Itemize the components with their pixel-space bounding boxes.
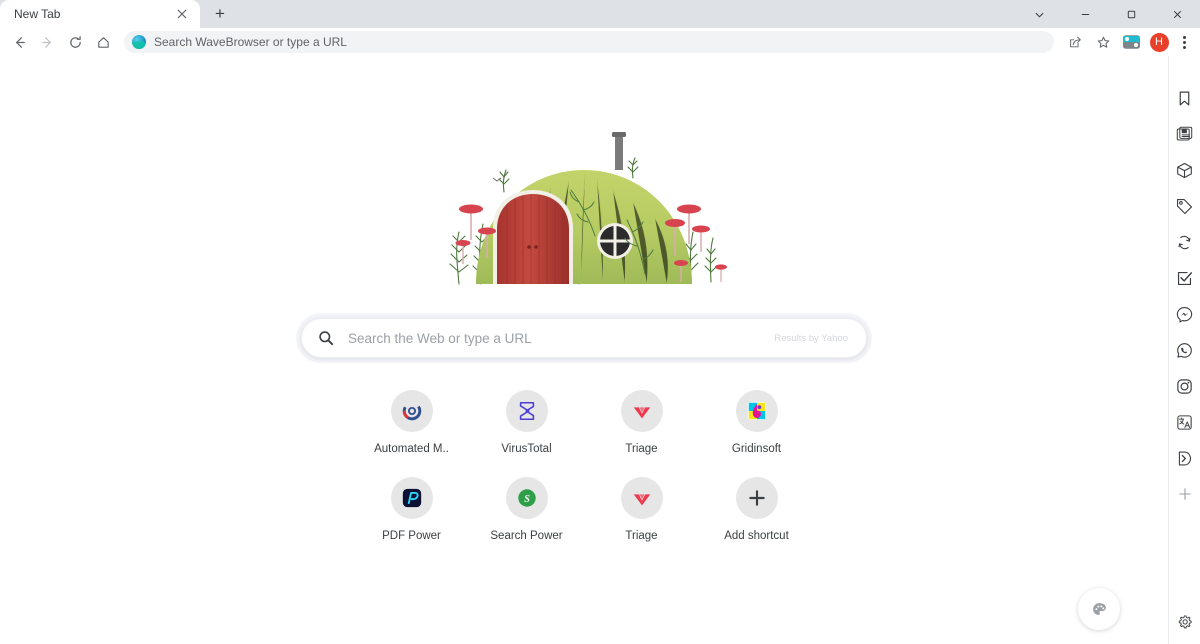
- triage-icon: [620, 477, 663, 519]
- price-tag-icon[interactable]: [1173, 194, 1197, 218]
- shortcut-automated-malware-analysis[interactable]: Automated M..: [354, 390, 469, 455]
- shortcut-gridinsoft[interactable]: Gridinsoft: [699, 390, 814, 455]
- browser-menu-icon[interactable]: [1174, 30, 1194, 54]
- browser-toolbar: Search WaveBrowser or type a URL H: [0, 28, 1200, 56]
- virustotal-sigma-icon: [505, 390, 548, 432]
- shortcut-label: VirusTotal: [501, 443, 552, 455]
- whatsapp-icon[interactable]: [1173, 338, 1197, 362]
- svg-text:S: S: [524, 494, 530, 505]
- shortcut-label: PDF Power: [382, 530, 441, 542]
- maximize-icon[interactable]: [1108, 0, 1154, 28]
- package-box-icon[interactable]: [1173, 158, 1197, 182]
- shortcut-add[interactable]: Add shortcut: [699, 477, 814, 542]
- gear-icon[interactable]: [1173, 610, 1197, 634]
- new-tab-button[interactable]: +: [206, 0, 234, 28]
- triage-icon: [620, 390, 663, 432]
- shortcut-search-power[interactable]: S Search Power: [469, 477, 584, 542]
- chevron-down-icon[interactable]: [1016, 0, 1062, 28]
- wavebrowser-globe-icon: [132, 35, 146, 49]
- shortcut-triage-1[interactable]: Triage: [584, 390, 699, 455]
- tab-title: New Tab: [14, 7, 61, 21]
- shortcut-grid: Automated M.. VirusTotal Triage Gridinso…: [354, 390, 814, 542]
- automated-malware-analysis-icon: [390, 390, 433, 432]
- shortcut-virustotal[interactable]: VirusTotal: [469, 390, 584, 455]
- minimize-icon[interactable]: [1062, 0, 1108, 28]
- close-icon[interactable]: [1154, 0, 1200, 28]
- add-panel-plus-icon[interactable]: [1173, 482, 1197, 506]
- bookmark-icon[interactable]: [1173, 86, 1197, 110]
- forward-icon[interactable]: [34, 29, 60, 55]
- chevron-right-boxed-icon[interactable]: [1173, 446, 1197, 470]
- checklist-icon[interactable]: [1173, 266, 1197, 290]
- toolbar-actions: H: [1062, 29, 1194, 55]
- sync-refresh-icon[interactable]: [1173, 230, 1197, 254]
- shortcut-label: Triage: [625, 443, 658, 455]
- bookmark-star-icon[interactable]: [1090, 29, 1116, 55]
- avatar-initial: H: [1149, 32, 1169, 52]
- back-icon[interactable]: [6, 29, 32, 55]
- pdf-power-icon: [390, 477, 433, 519]
- news-feed-icon[interactable]: [1173, 122, 1197, 146]
- tab-strip: New Tab +: [0, 0, 1200, 28]
- address-bar[interactable]: Search WaveBrowser or type a URL: [124, 31, 1054, 53]
- shortcut-label: Automated M..: [374, 443, 449, 455]
- translate-icon[interactable]: [1173, 410, 1197, 434]
- instagram-icon[interactable]: [1173, 374, 1197, 398]
- right-sidebar: [1168, 56, 1200, 644]
- new-tab-page: Search the Web or type a URL Results by …: [0, 56, 1168, 644]
- shortcut-label: Gridinsoft: [731, 443, 782, 455]
- search-box[interactable]: Search the Web or type a URL Results by …: [301, 318, 867, 358]
- hobbit-house-doodle: [419, 132, 749, 292]
- home-icon[interactable]: [90, 29, 116, 55]
- search-attribution: Results by Yahoo: [774, 332, 848, 344]
- shortcut-triage-2[interactable]: Triage: [584, 477, 699, 542]
- gridinsoft-icon: [735, 390, 778, 432]
- search-power-icon: S: [505, 477, 548, 519]
- window-controls: [1016, 0, 1200, 28]
- tab-new-tab[interactable]: New Tab: [0, 0, 200, 28]
- plus-icon: [735, 477, 778, 519]
- close-icon[interactable]: [174, 6, 190, 22]
- shortcut-label: Search Power: [490, 530, 563, 542]
- shortcut-label: Triage: [625, 530, 658, 542]
- reload-icon[interactable]: [62, 29, 88, 55]
- address-bar-placeholder: Search WaveBrowser or type a URL: [154, 35, 347, 49]
- shortcut-pdf-power[interactable]: PDF Power: [354, 477, 469, 542]
- messenger-icon[interactable]: [1173, 302, 1197, 326]
- palette-icon: [1092, 602, 1106, 615]
- share-icon[interactable]: [1062, 29, 1088, 55]
- customize-page-button[interactable]: [1078, 588, 1120, 630]
- search-input-placeholder[interactable]: Search the Web or type a URL: [348, 331, 760, 346]
- shortcut-label: Add shortcut: [724, 530, 789, 542]
- avatar[interactable]: H: [1146, 29, 1172, 55]
- search-icon: [318, 330, 334, 346]
- extensions-icon[interactable]: [1118, 29, 1144, 55]
